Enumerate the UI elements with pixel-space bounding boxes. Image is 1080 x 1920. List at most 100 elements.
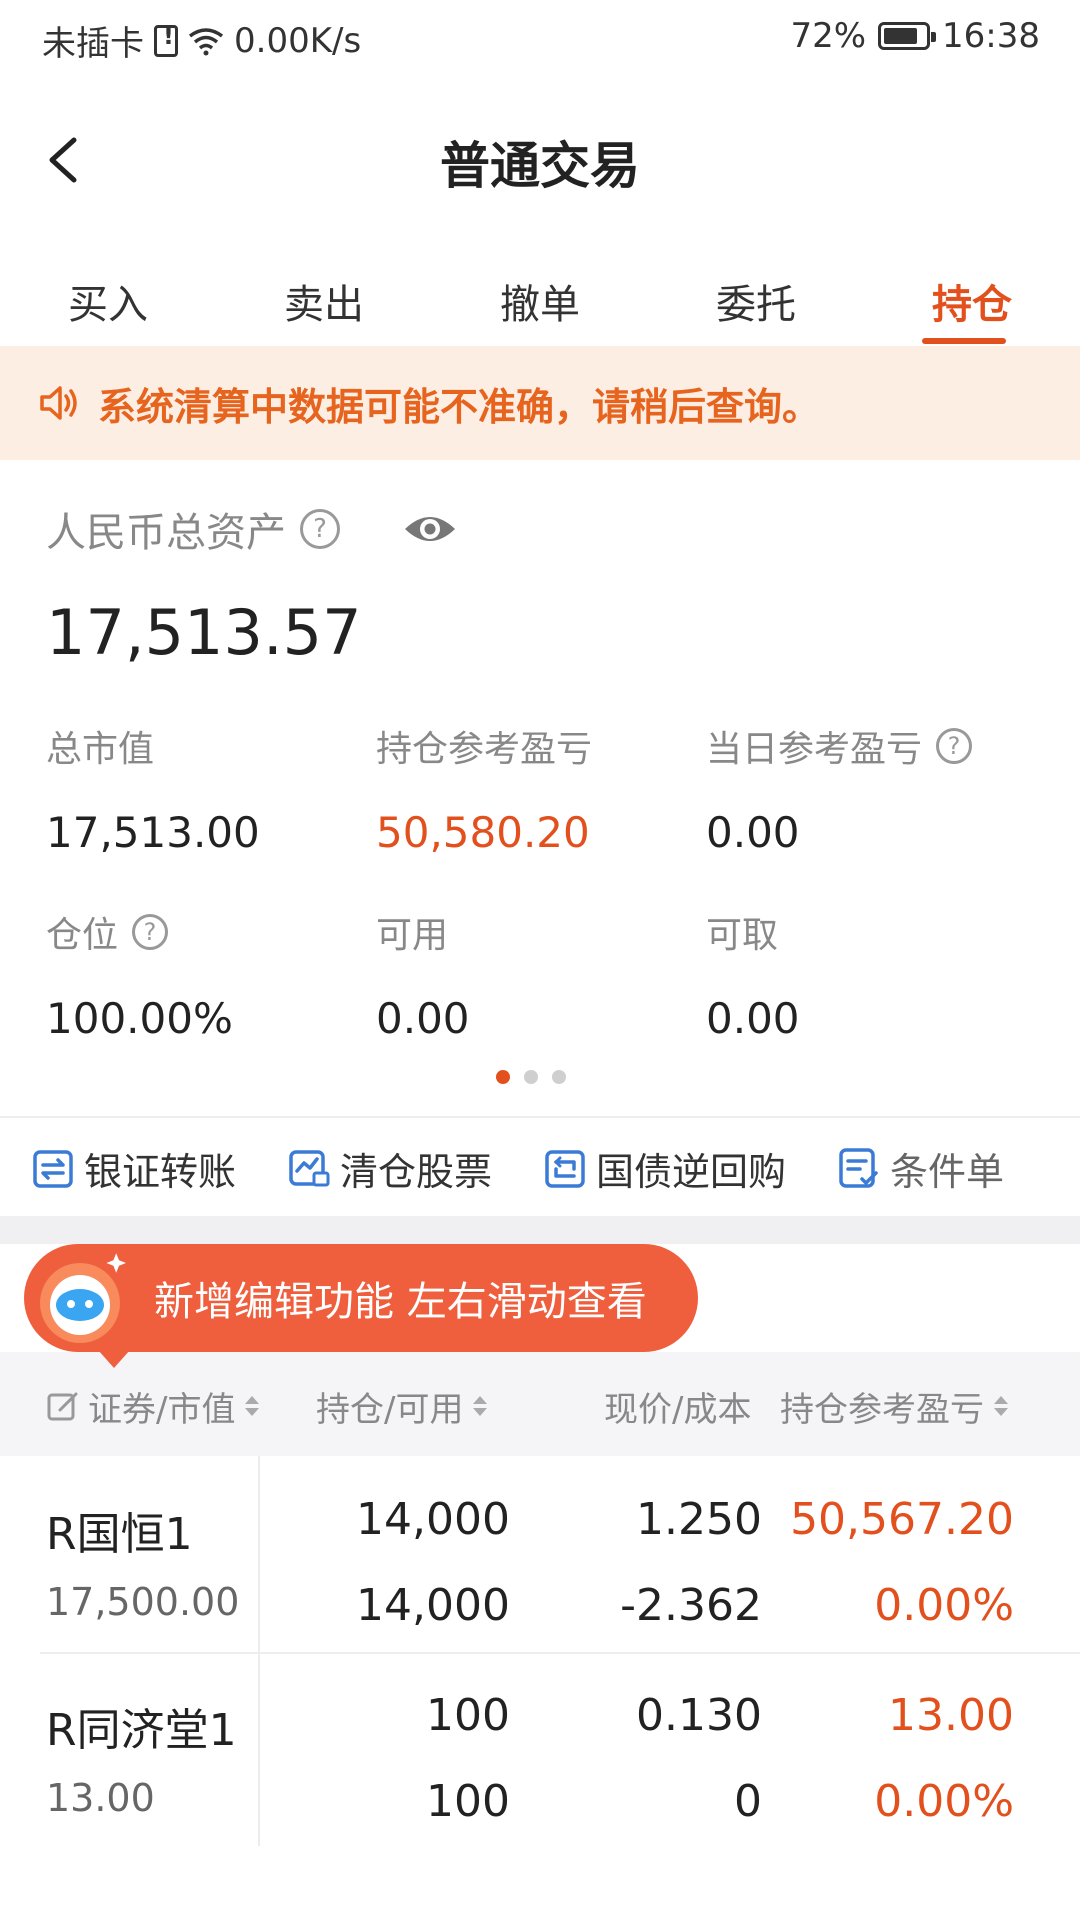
help-icon[interactable]: ? — [300, 509, 340, 549]
security-name: R国恒1 — [46, 1509, 193, 1560]
shortcut-label: 条件单 — [890, 1149, 1005, 1194]
battery-percent: 72% — [790, 16, 867, 56]
shortcut-label: 银证转账 — [84, 1149, 237, 1194]
stat-daily-pnl: 当日参考盈亏? 0.00 — [706, 720, 1036, 857]
nav-bar: 普通交易 — [0, 80, 1080, 240]
position-pnl-pct: 0.00% — [874, 1580, 1014, 1631]
stat-available: 可用 0.00 — [376, 906, 706, 1043]
current-price: 0.130 — [636, 1690, 762, 1741]
status-left: 未插卡 0.00K/s — [42, 16, 361, 65]
table-row[interactable]: R国恒1 17,500.00 14,000 14,000 1.250 -2.36… — [0, 1456, 1080, 1652]
shortcut-label: 清仓股票 — [340, 1149, 493, 1194]
stat-value: 0.00 — [706, 808, 800, 857]
stat-label: 持仓参考盈亏 — [376, 729, 593, 770]
page-indicator — [496, 1070, 566, 1084]
page-dot-active — [496, 1070, 510, 1084]
trade-tabs: 买入 卖出 撤单 委托 持仓 — [0, 250, 1080, 346]
header-security[interactable]: 证券/市值 — [46, 1382, 261, 1431]
help-icon[interactable]: ? — [936, 728, 973, 764]
market-value: 13.00 — [46, 1776, 155, 1820]
notice-text: 系统清算中数据可能不准确，请稍后查询。 — [98, 384, 821, 429]
wifi-icon — [188, 27, 224, 55]
shortcut-reverse-repo[interactable]: 国债逆回购 — [542, 1141, 786, 1196]
page-dot — [552, 1070, 566, 1084]
available-qty: 14,000 — [356, 1580, 510, 1631]
page-dot — [524, 1070, 538, 1084]
stat-label: 当日参考盈亏? — [706, 720, 1036, 772]
header-position[interactable]: 持仓/可用 — [316, 1382, 489, 1431]
position-pnl-pct: 0.00% — [874, 1776, 1014, 1827]
stat-label: 总市值 — [46, 729, 155, 770]
total-asset-label: 人民币总资产 — [46, 510, 286, 556]
status-right: 72% 16:38 — [790, 16, 1040, 56]
asset-label-row: 人民币总资产 ? — [46, 500, 458, 558]
shortcut-label: 国债逆回购 — [596, 1149, 787, 1194]
network-speed: 0.00K/s — [234, 20, 362, 61]
market-value: 17,500.00 — [46, 1580, 240, 1624]
current-price: 1.250 — [636, 1494, 762, 1545]
page-title: 普通交易 — [440, 137, 640, 195]
header-label: 现价/成本 — [604, 1390, 752, 1430]
stat-withdrawable: 可取 0.00 — [706, 906, 1036, 1043]
header-pnl[interactable]: 持仓参考盈亏 — [780, 1382, 1010, 1431]
stat-label-text: 仓位 — [46, 915, 119, 956]
positions-table-header: 证券/市值 持仓/可用 现价/成本 持仓参考盈亏 — [0, 1352, 1080, 1456]
tab-sell[interactable]: 卖出 — [216, 250, 432, 346]
shortcut-bar: 银证转账 清仓股票 国债逆回购 条件单 — [0, 1118, 1080, 1218]
stat-value: 0.00 — [706, 994, 800, 1043]
header-label: 持仓/可用 — [316, 1390, 464, 1430]
tab-cancel[interactable]: 撤单 — [432, 250, 648, 346]
bubble-pointer — [98, 1350, 130, 1368]
help-icon[interactable]: ? — [132, 914, 169, 950]
section-gap — [0, 1216, 1080, 1244]
feature-tip-bubble[interactable]: 新增编辑功能 左右滑动查看 — [24, 1244, 698, 1368]
stat-label: 仓位? — [46, 906, 376, 958]
tab-positions[interactable]: 持仓 — [864, 250, 1080, 346]
promo-text: 新增编辑功能 左右滑动查看 — [154, 1279, 647, 1325]
stat-position-pnl: 持仓参考盈亏 50,580.20 — [376, 720, 706, 857]
stat-value: 50,580.20 — [376, 808, 590, 857]
sim-alert-icon — [154, 22, 178, 57]
tab-buy[interactable]: 买入 — [0, 250, 216, 346]
sort-icon[interactable] — [243, 1394, 261, 1420]
eye-icon[interactable] — [402, 509, 458, 549]
speaker-icon — [40, 386, 77, 420]
stat-market-value: 总市值 17,513.00 — [46, 720, 376, 857]
header-price[interactable]: 现价/成本 — [604, 1382, 751, 1431]
security-name: R同济堂1 — [46, 1705, 237, 1756]
carrier-text: 未插卡 — [42, 24, 144, 64]
stat-value: 0.00 — [376, 994, 470, 1043]
sort-icon[interactable] — [992, 1394, 1010, 1420]
position-qty: 100 — [426, 1690, 510, 1741]
stat-label-text: 当日参考盈亏 — [706, 729, 923, 770]
clear-stock-icon — [289, 1150, 330, 1187]
shortcut-condition-order[interactable]: 条件单 — [836, 1141, 1004, 1196]
stat-value: 17,513.00 — [46, 808, 260, 857]
stat-label: 可用 — [376, 915, 449, 956]
condition-order-icon — [839, 1148, 878, 1188]
shortcut-bank-transfer[interactable]: 银证转账 — [30, 1141, 236, 1196]
position-pnl: 13.00 — [888, 1690, 1014, 1741]
edit-icon[interactable] — [46, 1390, 80, 1424]
stat-value: 100.00% — [46, 994, 233, 1043]
cost-price: 0 — [734, 1776, 762, 1827]
tab-orders[interactable]: 委托 — [648, 250, 864, 346]
cost-price: -2.362 — [620, 1580, 762, 1631]
header-label: 持仓参考盈亏 — [780, 1390, 984, 1430]
sort-icon[interactable] — [471, 1394, 489, 1420]
position-pnl: 50,567.20 — [790, 1494, 1014, 1545]
transfer-icon — [33, 1150, 73, 1188]
total-asset-value: 17,513.57 — [46, 596, 362, 669]
clock: 16:38 — [942, 16, 1040, 56]
header-label: 证券/市值 — [88, 1390, 236, 1430]
reverse-repo-icon — [545, 1150, 585, 1188]
status-bar: 未插卡 0.00K/s 72% 16:38 — [0, 0, 1080, 78]
available-qty: 100 — [426, 1776, 510, 1827]
robot-mascot-icon — [40, 1253, 126, 1343]
position-qty: 14,000 — [356, 1494, 510, 1545]
shortcut-clear-stock[interactable]: 清仓股票 — [286, 1141, 492, 1196]
battery-icon — [878, 22, 937, 50]
system-notice-banner: 系统清算中数据可能不准确，请稍后查询。 — [0, 346, 1080, 460]
stat-position-ratio: 仓位? 100.00% — [46, 906, 376, 1043]
table-row[interactable]: R同济堂1 13.00 100 100 0.130 0 13.00 0.00% — [0, 1652, 1080, 1848]
